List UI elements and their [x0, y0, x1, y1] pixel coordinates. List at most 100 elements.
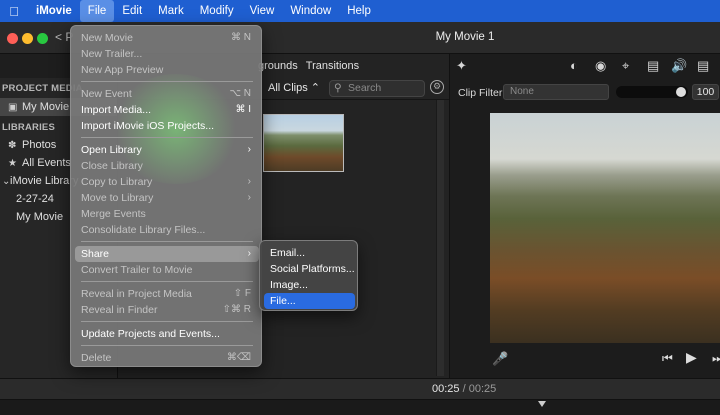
menu-item-label: Convert Trailer to Movie	[81, 264, 193, 276]
video-preview	[490, 113, 720, 343]
timecode-separator: /	[459, 383, 469, 395]
menu-file[interactable]: File	[79, 0, 115, 22]
menu-help[interactable]: Help	[339, 0, 379, 22]
menu-shortcut: ⌘ I	[235, 104, 251, 115]
menu-shortcut: ⇧ F	[233, 288, 251, 299]
menu-shortcut: ⌥ N	[229, 88, 251, 99]
submenu-chevron-icon: ›	[247, 248, 251, 259]
file-menu-item-new-movie[interactable]: New Movie ⌘ N	[75, 30, 259, 46]
photos-icon: ✽	[8, 140, 17, 151]
menu-separator	[81, 81, 253, 82]
share-submenu: Email... Social Platforms... Image... File.…	[259, 240, 358, 311]
app-menu[interactable]: iMovie	[28, 0, 80, 22]
file-menu-item-new-event[interactable]: New Event ⌥ N	[75, 86, 259, 102]
timecode-display: 00:25 / 00:25	[432, 383, 496, 395]
menu-separator	[81, 241, 253, 242]
disclosure-icon[interactable]: ⌄	[2, 173, 10, 191]
file-menu: New Movie ⌘ N New Trailer... New App Previe…	[70, 25, 262, 367]
submenu-chevron-icon: ›	[247, 176, 251, 187]
menu-shortcut: ⌘ N	[231, 32, 251, 43]
skip-forward-icon[interactable]: ⏭	[712, 351, 720, 366]
timecode-current: 00:25	[432, 383, 460, 395]
tab-backgrounds[interactable]: grounds	[258, 60, 298, 72]
volume-slider[interactable]	[616, 86, 688, 98]
file-menu-item-merge-events[interactable]: Merge Events	[75, 206, 259, 222]
file-menu-item-import-imovie-ios-projects[interactable]: Import iMovie iOS Projects...	[75, 118, 259, 134]
menu-item-label: Reveal in Finder	[81, 304, 158, 316]
menu-separator	[81, 321, 253, 322]
stabilization-icon[interactable]: ▤	[647, 58, 659, 74]
menu-item-label: Copy to Library	[81, 176, 153, 188]
share-item-file[interactable]: File...	[264, 293, 355, 309]
volume-icon[interactable]: 🔊	[671, 58, 687, 74]
menu-edit[interactable]: Edit	[114, 0, 150, 22]
playhead-marker[interactable]	[538, 401, 546, 407]
file-menu-item-convert-trailer-to-movie[interactable]: Convert Trailer to Movie	[75, 262, 259, 278]
browser-tabs: grounds Transitions	[258, 60, 367, 72]
file-menu-item-copy-to-library[interactable]: Copy to Library ›	[75, 174, 259, 190]
volume-value-field[interactable]: 100	[692, 84, 719, 100]
file-menu-item-update-projects-and-events[interactable]: Update Projects and Events...	[75, 326, 259, 342]
file-menu-item-move-to-library[interactable]: Move to Library ›	[75, 190, 259, 206]
speedometer-icon[interactable]: ▤	[697, 58, 709, 74]
file-menu-item-new-trailer[interactable]: New Trailer...	[75, 46, 259, 62]
viewer-panel: ✦ ◐ ◉ ⌖ ▤ 🔊 ▤ Clip Filter: None 100 🎤 ⏮ …	[449, 54, 720, 378]
file-menu-item-close-library[interactable]: Close Library	[75, 158, 259, 174]
timecode-total: 00:25	[468, 383, 497, 395]
file-menu-item-import-media[interactable]: Import Media... ⌘ I	[75, 102, 259, 118]
submenu-chevron-icon: ›	[247, 144, 251, 155]
share-item-social-platforms[interactable]: Social Platforms...	[264, 261, 355, 277]
microphone-icon[interactable]: 🎤	[492, 351, 508, 367]
file-menu-item-new-app-preview[interactable]: New App Preview	[75, 62, 259, 78]
menu-item-label: Update Projects and Events...	[81, 328, 220, 340]
file-menu-item-open-library[interactable]: Open Library ›	[75, 142, 259, 158]
file-menu-item-consolidate-library-files[interactable]: Consolidate Library Files...	[75, 222, 259, 238]
menu-view[interactable]: View	[242, 0, 283, 22]
menu-shortcut: ⌘⌫	[226, 352, 251, 363]
menu-item-label: Open Library	[81, 144, 142, 156]
share-item-image[interactable]: Image...	[264, 277, 355, 293]
viewer-toolbar: ✦ ◐ ◉ ⌖ ▤ 🔊 ▤	[450, 54, 720, 80]
color-palette-icon[interactable]: ◉	[595, 58, 606, 74]
volume-slider-knob[interactable]	[676, 87, 686, 97]
magic-wand-icon[interactable]: ✦	[456, 58, 467, 74]
browser-scrollbar[interactable]	[436, 100, 444, 376]
menu-item-label: New App Preview	[81, 64, 164, 76]
menu-item-label: Share	[81, 248, 110, 260]
zoom-window-button[interactable]	[37, 33, 48, 44]
close-window-button[interactable]	[7, 33, 18, 44]
menu-item-label: New Trailer...	[81, 48, 143, 60]
file-menu-item-reveal-in-finder[interactable]: Reveal in Finder ⇧⌘ R	[75, 302, 259, 318]
file-menu-item-delete[interactable]: Delete ⌘⌫	[75, 350, 259, 366]
play-icon[interactable]: ▶	[686, 349, 697, 366]
file-menu-item-share[interactable]: Share ›	[75, 246, 259, 262]
color-balance-icon[interactable]: ◐	[570, 58, 578, 73]
file-menu-item-reveal-in-project-media[interactable]: Reveal in Project Media ⇧ F	[75, 286, 259, 302]
timeline[interactable]	[0, 400, 720, 415]
menu-modify[interactable]: Modify	[192, 0, 242, 22]
timecode-bar: 00:25 / 00:25	[0, 378, 720, 400]
clip-filter-select[interactable]: None	[503, 84, 609, 100]
apple-menu-icon[interactable]: 	[0, 4, 28, 19]
search-input[interactable]: ⚲ Search	[329, 80, 425, 97]
clip-filter-popup[interactable]: All Clips ⌃	[268, 81, 320, 94]
menu-bar:  iMovie File Edit Mark Modify View Wind…	[0, 0, 720, 22]
star-icon: ★	[8, 158, 17, 169]
clip-thumbnail[interactable]	[263, 114, 344, 172]
skip-back-icon[interactable]: ⏮	[662, 351, 673, 366]
menu-item-label: Close Library	[81, 160, 143, 172]
menu-item-label: Delete	[81, 352, 112, 364]
menu-window[interactable]: Window	[282, 0, 339, 22]
window-title: My Movie 1	[435, 31, 495, 43]
menu-mark[interactable]: Mark	[150, 0, 192, 22]
menu-item-label: Consolidate Library Files...	[81, 224, 206, 236]
menu-separator	[81, 137, 253, 138]
settings-gear-icon[interactable]: ⚙	[430, 80, 444, 94]
menu-shortcut: ⇧⌘ R	[222, 304, 251, 315]
submenu-chevron-icon: ›	[247, 192, 251, 203]
share-item-email[interactable]: Email...	[264, 245, 355, 261]
crop-icon[interactable]: ⌖	[622, 58, 629, 74]
minimize-window-button[interactable]	[22, 33, 33, 44]
menu-item-label: Reveal in Project Media	[81, 288, 192, 300]
tab-transitions[interactable]: Transitions	[306, 60, 359, 72]
